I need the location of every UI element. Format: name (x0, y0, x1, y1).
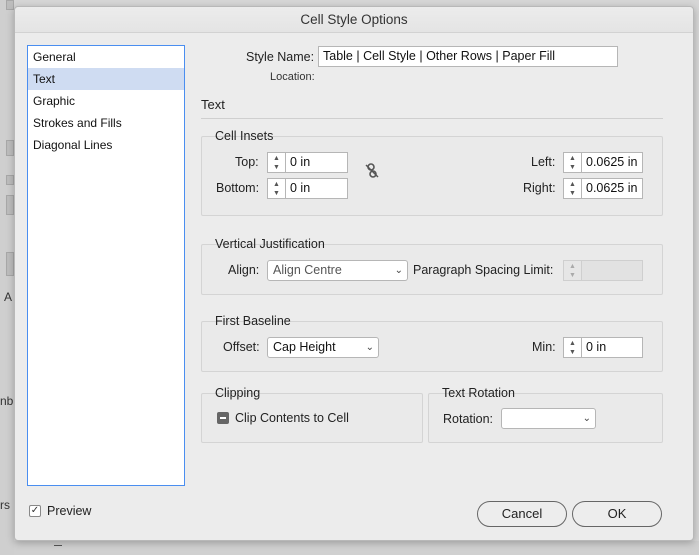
sidebar-item-diagonal-lines[interactable]: Diagonal Lines (28, 134, 184, 156)
bottom-inset-field[interactable]: 0 in (285, 178, 348, 199)
min-field[interactable]: 0 in (581, 337, 643, 358)
bottom-inset-stepper[interactable]: ▲ ▼ (267, 178, 285, 199)
background-control-fragment (6, 140, 14, 156)
text-rotation-title: Text Rotation (442, 386, 515, 400)
background-bottom-bar (14, 541, 699, 555)
section-title: Text (201, 97, 225, 112)
style-name-field[interactable]: Table | Cell Style | Other Rows | Paper … (318, 46, 618, 67)
chain-link-icon[interactable] (365, 163, 379, 179)
clip-contents-label[interactable]: Clip Contents to Cell (235, 411, 349, 425)
clip-contents-checkbox[interactable] (217, 412, 229, 424)
vertical-justification-title: Vertical Justification (215, 237, 325, 251)
chevron-down-icon: ⌄ (394, 265, 403, 276)
background-text-fragment: nb (0, 394, 14, 408)
cancel-button[interactable]: Cancel (477, 501, 567, 527)
sidebar-item-strokes-and-fills[interactable]: Strokes and Fills (28, 112, 184, 134)
preview-label[interactable]: Preview (47, 504, 91, 518)
offset-select-value: Cap Height (273, 340, 336, 354)
cell-insets-title: Cell Insets (215, 129, 274, 143)
right-inset-label: Right: (523, 181, 556, 195)
align-select-value: Align Centre (273, 263, 342, 277)
chevron-down-icon: ⌄ (582, 413, 591, 424)
top-inset-field[interactable]: 0 in (285, 152, 348, 173)
background-control-fragment (6, 175, 14, 185)
left-inset-field[interactable]: 0.0625 in (581, 152, 643, 173)
dialog-title[interactable]: Cell Style Options (15, 7, 693, 33)
background-control-fragment (6, 252, 14, 276)
style-name-label: Style Name: (246, 50, 315, 64)
align-select[interactable]: Align Centre ⌄ (267, 260, 408, 281)
sidebar-item-text[interactable]: Text (28, 68, 184, 90)
offset-select[interactable]: Cap Height ⌄ (267, 337, 379, 358)
left-inset-label: Left: (531, 155, 556, 169)
paragraph-spacing-stepper: ▲ ▼ (563, 260, 581, 281)
cell-style-options-dialog: Cell Style Options General Text Graphic … (14, 6, 694, 541)
rotation-label: Rotation: (443, 412, 494, 426)
bottom-inset-label: Bottom: (216, 181, 260, 195)
section-divider (201, 118, 663, 119)
first-baseline-title: First Baseline (215, 314, 291, 328)
preview-checkbox[interactable]: ✓ (29, 505, 41, 517)
background-text-fragment: rs (0, 498, 10, 512)
sidebar-item-general[interactable]: General (28, 46, 184, 68)
background-window: A nb rs (0, 0, 14, 555)
background-toolbar-fragment (6, 0, 14, 10)
top-inset-label: Top: (235, 155, 259, 169)
min-stepper[interactable]: ▲ ▼ (563, 337, 581, 358)
paragraph-spacing-limit-label: Paragraph Spacing Limit: (413, 263, 554, 277)
right-inset-field[interactable]: 0.0625 in (581, 178, 643, 199)
background-control-fragment (6, 195, 14, 215)
align-label: Align: (228, 263, 260, 277)
left-inset-stepper[interactable]: ▲ ▼ (563, 152, 581, 173)
background-text-fragment: A (4, 290, 13, 304)
paragraph-spacing-field (581, 260, 643, 281)
min-label: Min: (532, 340, 556, 354)
top-inset-stepper[interactable]: ▲ ▼ (267, 152, 285, 173)
offset-label: Offset: (223, 340, 260, 354)
cell-insets-group (201, 136, 663, 216)
chevron-down-icon: ⌄ (365, 342, 374, 353)
clipping-title: Clip​ping (215, 386, 261, 400)
rotation-select[interactable]: ⌄ (501, 408, 596, 429)
right-inset-stepper[interactable]: ▲ ▼ (563, 178, 581, 199)
sidebar-list: General Text Graphic Strokes and Fills D… (27, 45, 185, 486)
ok-button[interactable]: OK (572, 501, 662, 527)
sidebar-item-graphic[interactable]: Graphic (28, 90, 184, 112)
location-label: Location: (270, 71, 315, 83)
